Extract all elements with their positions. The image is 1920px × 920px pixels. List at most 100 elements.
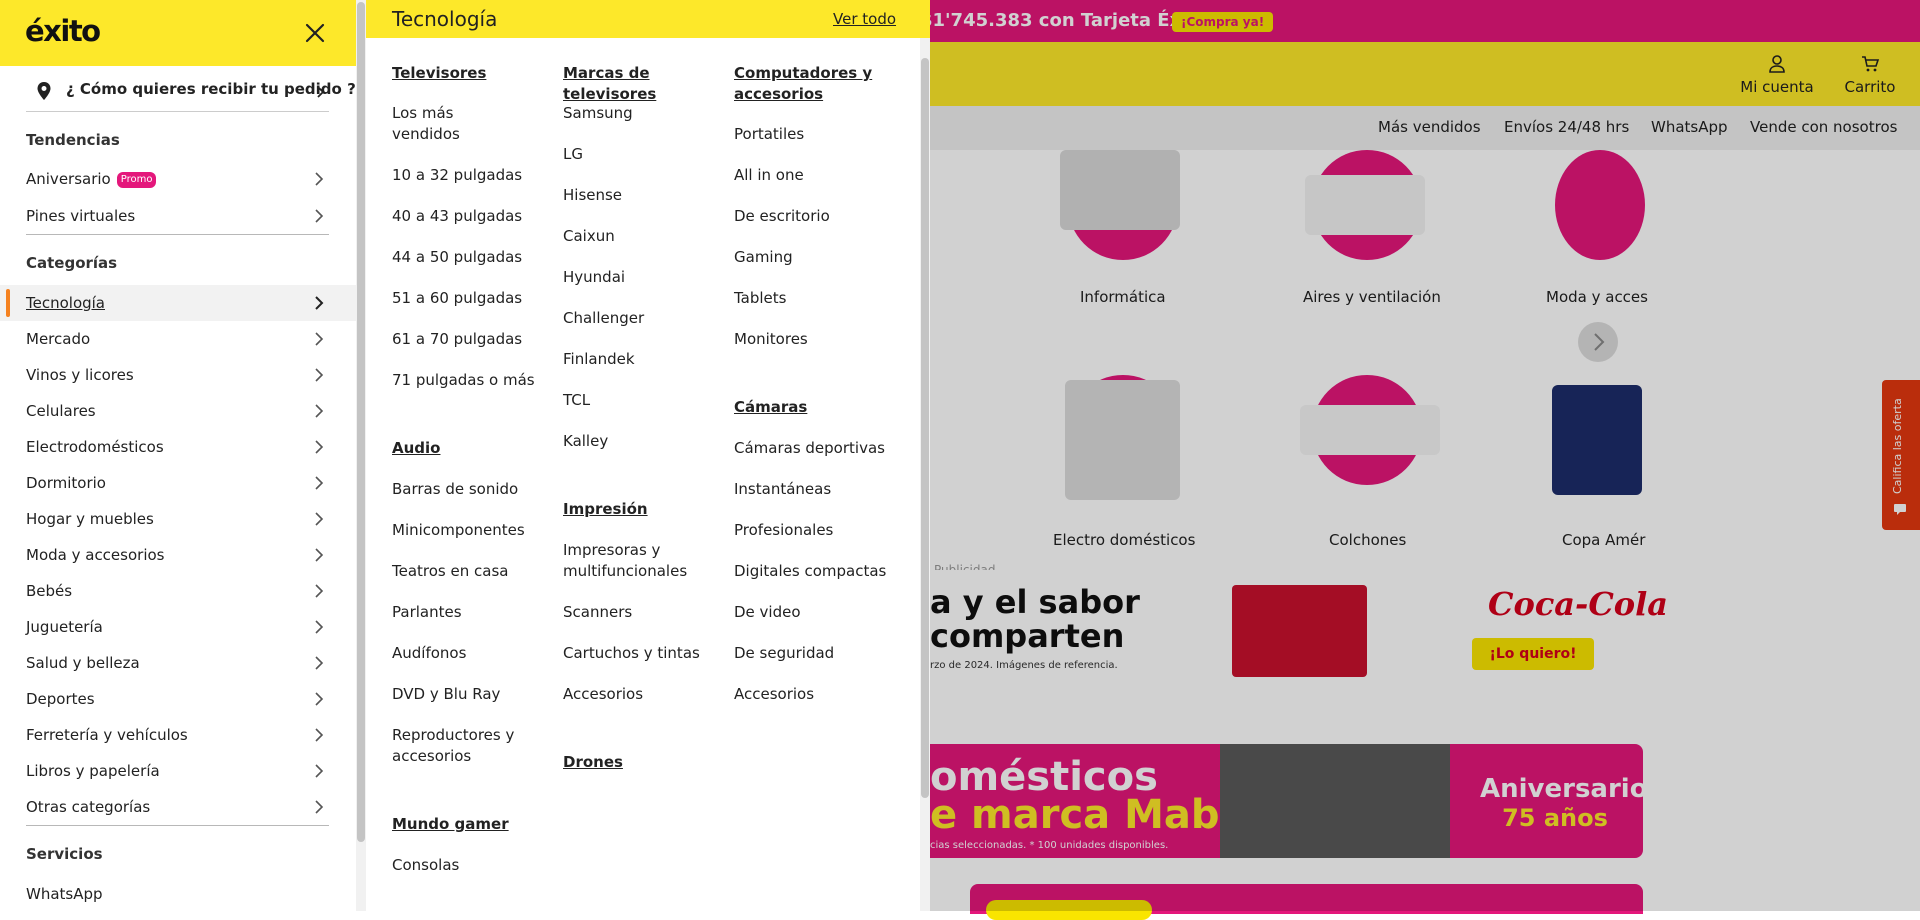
- submenu-link[interactable]: Los más vendidos: [392, 103, 512, 145]
- submenu-link[interactable]: All in one: [734, 165, 894, 186]
- submenu-link[interactable]: De seguridad: [734, 643, 914, 664]
- submenu-link[interactable]: Portatiles: [734, 124, 894, 145]
- submenu-link[interactable]: Audífonos: [392, 643, 532, 664]
- chevron-right-icon: [315, 764, 324, 778]
- submenu-link[interactable]: Challenger: [563, 308, 713, 329]
- submenu-link[interactable]: Teatros en casa: [392, 561, 532, 582]
- chevron-right-icon: [315, 620, 324, 634]
- category-item-label: Moda y accesorios: [26, 546, 165, 564]
- drawer-scrollbar-thumb[interactable]: [357, 2, 365, 842]
- group-heading-audio[interactable]: Audio: [392, 438, 532, 459]
- category-item-label: Salud y belleza: [26, 654, 140, 672]
- submenu-link[interactable]: LG: [563, 144, 713, 165]
- category-item-dormitorio[interactable]: Dormitorio: [0, 465, 356, 501]
- category-item-salud[interactable]: Salud y belleza: [0, 645, 356, 681]
- submenu-link[interactable]: Samsung: [563, 103, 713, 124]
- chevron-right-icon: [317, 86, 325, 98]
- submenu-link[interactable]: TCL: [563, 390, 713, 411]
- submenu-link[interactable]: De escritorio: [734, 206, 894, 227]
- navigation-drawer: éxito ¿ Cómo quieres recibir tu pedido ?…: [0, 0, 356, 911]
- trend-item-pines[interactable]: Pines virtuales: [0, 198, 356, 234]
- category-item-deportes[interactable]: Deportes: [0, 681, 356, 717]
- submenu-link[interactable]: 10 a 32 pulgadas: [392, 165, 532, 186]
- submenu-link[interactable]: Scanners: [563, 602, 713, 623]
- chevron-right-icon: [315, 172, 324, 186]
- submenu-header: Tecnología Ver todo: [366, 0, 930, 38]
- submenu-link[interactable]: Digitales compactas: [734, 561, 914, 582]
- submenu-link[interactable]: Accesorios: [563, 684, 713, 705]
- group-heading-marcas[interactable]: Marcas de televisores: [563, 63, 733, 105]
- category-item-vinos[interactable]: Vinos y licores: [0, 357, 356, 393]
- category-item-tecnologia[interactable]: Tecnología: [0, 285, 356, 321]
- category-item-hogar[interactable]: Hogar y muebles: [0, 501, 356, 537]
- category-item-ferreteria[interactable]: Ferretería y vehículos: [0, 717, 356, 753]
- category-item-mercado[interactable]: Mercado: [0, 321, 356, 357]
- chevron-right-icon: [315, 476, 324, 490]
- submenu-link[interactable]: Barras de sonido: [392, 479, 532, 500]
- submenu-link[interactable]: 51 a 60 pulgadas: [392, 288, 532, 309]
- submenu-link[interactable]: Impresoras y multifuncionales: [563, 540, 713, 582]
- chevron-right-icon: [315, 332, 324, 346]
- active-indicator: [6, 289, 10, 317]
- submenu-title: Tecnología: [392, 7, 498, 31]
- submenu-link[interactable]: 44 a 50 pulgadas: [392, 247, 532, 268]
- category-item-electrodomesticos[interactable]: Electrodomésticos: [0, 429, 356, 465]
- group-heading-camaras[interactable]: Cámaras: [734, 397, 894, 418]
- category-item-moda[interactable]: Moda y accesorios: [0, 537, 356, 573]
- submenu-link[interactable]: Cartuchos y tintas: [563, 643, 713, 664]
- submenu-link[interactable]: 71 pulgadas o más: [392, 370, 542, 391]
- technology-submenu-panel: Tecnología Ver todo Televisores Los más …: [366, 0, 930, 911]
- category-item-label: Mercado: [26, 330, 91, 348]
- chevron-right-icon: [315, 584, 324, 598]
- category-item-label: Celulares: [26, 402, 96, 420]
- submenu-link[interactable]: Tablets: [734, 288, 894, 309]
- category-item-label: Otras categorías: [26, 798, 151, 816]
- delivery-method-selector[interactable]: ¿ Cómo quieres recibir tu pedido ?: [26, 76, 356, 112]
- group-heading-televisores[interactable]: Televisores: [392, 63, 532, 84]
- submenu-link[interactable]: DVD y Blu Ray: [392, 684, 532, 705]
- submenu-link[interactable]: Minicomponentes: [392, 520, 532, 541]
- category-item-label: Deportes: [26, 690, 95, 708]
- submenu-link[interactable]: Parlantes: [392, 602, 532, 623]
- submenu-link[interactable]: Kalley: [563, 431, 713, 452]
- see-all-link[interactable]: Ver todo: [833, 10, 896, 28]
- submenu-link[interactable]: Profesionales: [734, 520, 914, 541]
- trends-title: Tendencias: [26, 131, 120, 149]
- submenu-link[interactable]: Accesorios: [734, 684, 914, 705]
- category-item-label: Libros y papelería: [26, 762, 160, 780]
- trend-item-aniversario[interactable]: Aniversario Promo: [0, 161, 356, 197]
- submenu-link[interactable]: Reproductores y accesorios: [392, 725, 532, 767]
- submenu-link[interactable]: Consolas: [392, 855, 532, 876]
- divider: [26, 825, 329, 826]
- promo-badge: Promo: [116, 172, 157, 188]
- submenu-link[interactable]: Caixun: [563, 226, 713, 247]
- group-heading-drones[interactable]: Drones: [563, 752, 713, 773]
- submenu-link[interactable]: Hisense: [563, 185, 713, 206]
- group-heading-computadores[interactable]: Computadores y accesorios: [734, 63, 894, 105]
- submenu-link[interactable]: Hyundai: [563, 267, 713, 288]
- category-item-label: Hogar y muebles: [26, 510, 154, 528]
- category-item-celulares[interactable]: Celulares: [0, 393, 356, 429]
- category-item-label: Ferretería y vehículos: [26, 726, 188, 744]
- group-heading-mundo-gamer[interactable]: Mundo gamer: [392, 814, 532, 835]
- category-item-libros[interactable]: Libros y papelería: [0, 753, 356, 789]
- exito-logo[interactable]: éxito: [25, 14, 101, 48]
- chevron-right-icon: [315, 440, 324, 454]
- submenu-link[interactable]: Gaming: [734, 247, 894, 268]
- divider: [26, 234, 329, 235]
- submenu-link[interactable]: 61 a 70 pulgadas: [392, 329, 532, 350]
- submenu-link[interactable]: Cámaras deportivas: [734, 438, 914, 459]
- service-item-whatsapp[interactable]: WhatsApp: [0, 876, 356, 912]
- group-heading-impresion[interactable]: Impresión: [563, 499, 713, 520]
- submenu-scrollbar-thumb[interactable]: [921, 58, 929, 798]
- close-icon[interactable]: [300, 18, 330, 48]
- category-item-bebes[interactable]: Bebés: [0, 573, 356, 609]
- category-item-otras[interactable]: Otras categorías: [0, 789, 356, 825]
- category-item-label: Electrodomésticos: [26, 438, 164, 456]
- submenu-link[interactable]: Monitores: [734, 329, 894, 350]
- submenu-link[interactable]: De video: [734, 602, 914, 623]
- category-item-jugueteria[interactable]: Juguetería: [0, 609, 356, 645]
- submenu-link[interactable]: Instantáneas: [734, 479, 914, 500]
- submenu-link[interactable]: 40 a 43 pulgadas: [392, 206, 532, 227]
- submenu-link[interactable]: Finlandek: [563, 349, 713, 370]
